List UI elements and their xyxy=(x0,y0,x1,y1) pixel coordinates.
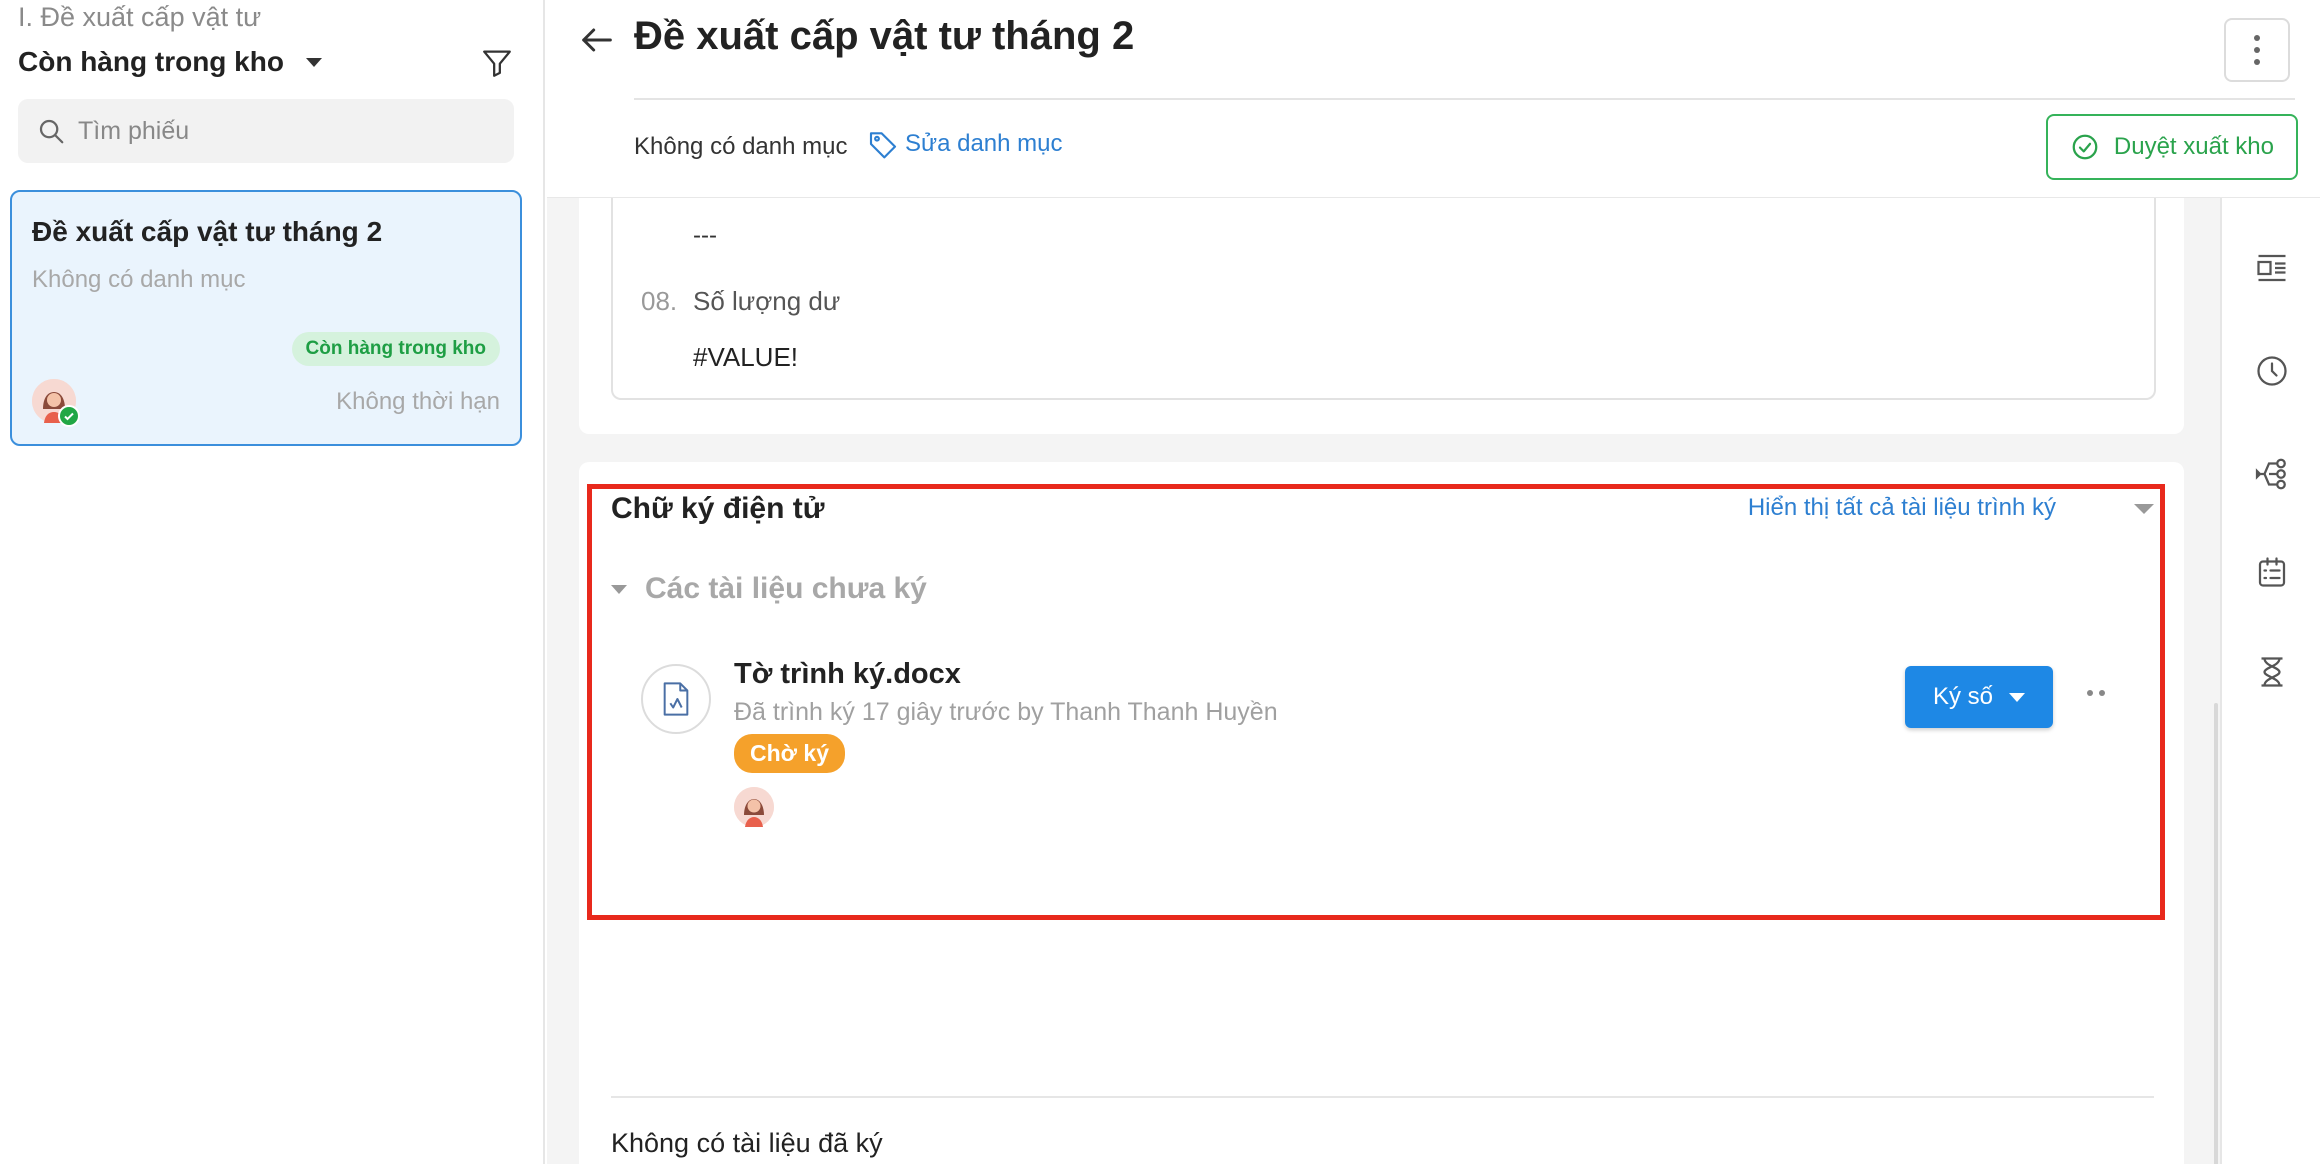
more-options-button[interactable] xyxy=(2224,18,2290,82)
tag-icon xyxy=(869,132,897,159)
field-number: 08. xyxy=(641,286,678,316)
divider xyxy=(634,98,2295,100)
check-badge-icon xyxy=(58,405,80,427)
form-fields-box: --- 08. Số lượng dư #VALUE! xyxy=(611,198,2156,400)
hourglass-icon[interactable] xyxy=(2254,654,2290,690)
document-meta: Đã trình ký 17 giây trước by Thanh Thanh… xyxy=(734,698,1278,726)
field-value-previous: --- xyxy=(693,222,717,249)
check-circle-icon xyxy=(2072,134,2098,160)
search-box[interactable] xyxy=(18,99,514,163)
sidebar: I. Đề xuất cấp vật tư Còn hàng trong kho… xyxy=(0,0,545,1164)
chevron-down-icon xyxy=(305,57,322,67)
breadcrumb[interactable]: I. Đề xuất cấp vật tư xyxy=(18,2,261,33)
form-fields-panel: --- 08. Số lượng dư #VALUE! xyxy=(579,198,2184,434)
scrollbar[interactable] xyxy=(2214,703,2218,1164)
document-status-badge: Chờ ký xyxy=(734,734,845,773)
main-content: Đề xuất cấp vật tư tháng 2 Không có danh… xyxy=(547,0,2320,1164)
chevron-down-icon xyxy=(611,584,627,594)
document-icon xyxy=(641,664,711,734)
status-filter-dropdown[interactable]: Còn hàng trong kho xyxy=(18,46,322,78)
e-signature-panel: Chữ ký điện tử Hiển thị tất cả tài liệu … xyxy=(579,462,2184,1164)
more-horizontal-icon xyxy=(2087,690,2093,696)
signature-title: Chữ ký điện tử xyxy=(611,492,825,525)
approve-export-label: Duyệt xuất kho xyxy=(2113,133,2274,160)
search-input[interactable] xyxy=(78,116,498,146)
document-more-button[interactable] xyxy=(2087,690,2105,696)
page-title: Đề xuất cấp vật tư tháng 2 xyxy=(634,14,1135,58)
clock-icon[interactable] xyxy=(2254,353,2290,389)
signed-documents-empty: Không có tài liệu đã ký xyxy=(611,1128,883,1158)
chevron-down-icon[interactable] xyxy=(2134,504,2154,514)
status-badge: Còn hàng trong kho xyxy=(291,332,500,366)
show-all-documents-link[interactable]: Hiển thị tất cả tài liệu trình ký xyxy=(1748,494,2056,522)
divider xyxy=(611,1096,2154,1098)
digital-sign-button[interactable]: Ký số xyxy=(1905,666,2053,728)
detail-header: Đề xuất cấp vật tư tháng 2 Không có danh… xyxy=(547,0,2320,198)
field-label: Số lượng dư xyxy=(693,286,841,316)
status-filter-label: Còn hàng trong kho xyxy=(18,46,284,77)
more-vertical-icon xyxy=(2254,35,2260,41)
back-arrow-icon[interactable] xyxy=(577,20,617,60)
list-item[interactable]: Đề xuất cấp vật tư tháng 2 Không có danh… xyxy=(10,190,522,446)
avatar xyxy=(32,379,80,427)
share-icon[interactable] xyxy=(2254,456,2290,492)
card-category: Không có danh mục xyxy=(32,266,246,293)
card-deadline: Không thời hạn xyxy=(336,388,500,415)
layout-icon[interactable] xyxy=(2254,250,2290,286)
search-icon xyxy=(39,119,64,144)
field-value: #VALUE! xyxy=(693,342,799,372)
right-toolbar xyxy=(2214,198,2320,1164)
checklist-icon[interactable] xyxy=(2254,554,2290,590)
avatar xyxy=(734,787,774,827)
edit-category-link[interactable]: Sửa danh mục xyxy=(867,128,1063,160)
filter-icon[interactable] xyxy=(480,46,514,80)
unsigned-documents-toggle[interactable]: Các tài liệu chưa ký xyxy=(611,572,927,606)
edit-category-label: Sửa danh mục xyxy=(905,130,1063,157)
chevron-down-icon xyxy=(2009,692,2026,702)
unsigned-group-label: Các tài liệu chưa ký xyxy=(645,572,927,605)
card-title: Đề xuất cấp vật tư tháng 2 xyxy=(32,216,383,247)
document-name[interactable]: Tờ trình ký.docx xyxy=(734,658,961,691)
digital-sign-label: Ký số xyxy=(1932,683,1994,710)
approve-export-button[interactable]: Duyệt xuất kho xyxy=(2045,114,2298,180)
category-label: Không có danh mục xyxy=(634,133,848,160)
